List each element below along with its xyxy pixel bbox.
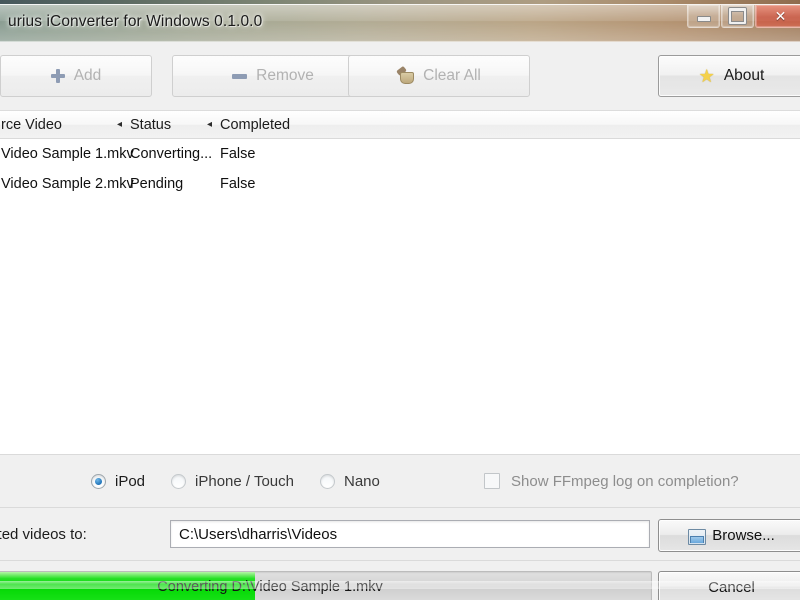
table-row[interactable]: Video Sample 2.mkv Pending False <box>0 169 800 199</box>
column-header-status[interactable]: Status ◂ <box>130 111 220 138</box>
radio-option-ipod-label: iPod <box>115 472 146 490</box>
column-separator-icon[interactable]: ◂ <box>117 119 122 130</box>
remove-button[interactable]: Remove <box>172 55 374 97</box>
radio-option-iphone-touch-label: iPhone / Touch <box>195 472 294 490</box>
window-title: urius iConverter for Windows 0.1.0.0 <box>8 13 263 30</box>
close-icon: ✕ <box>774 8 787 24</box>
minimize-button[interactable] <box>687 5 720 28</box>
maximize-icon <box>729 8 746 24</box>
add-button[interactable]: Add <box>0 55 152 97</box>
star-icon: ★ <box>698 66 715 86</box>
column-header-completed-label: Completed <box>220 116 291 133</box>
radio-option-iphone-touch[interactable]: iPhone / Touch <box>171 473 294 490</box>
maximize-button[interactable] <box>721 5 754 28</box>
cell-status: Converting... <box>130 146 213 162</box>
radio-iphone-touch-indicator[interactable] <box>171 473 187 489</box>
save-path-label: e converted videos to: <box>0 526 87 543</box>
radio-option-nano-label: Nano <box>344 472 380 490</box>
radio-ipod-indicator[interactable] <box>91 473 106 489</box>
cell-source-video: Video Sample 1.mkv <box>1 146 134 162</box>
save-path-input[interactable]: C:\Users\dharris\Videos <box>170 520 650 548</box>
plus-icon <box>50 69 65 83</box>
radio-option-ipod[interactable]: iPod <box>91 473 145 490</box>
caption-buttons: ✕ <box>686 5 800 28</box>
options-panel: nvert to: iPod iPhone / Touch Nano <box>0 455 800 507</box>
convert-target-radio-group: iPod iPhone / Touch Nano <box>91 473 380 490</box>
save-path-value: C:\Users\dharris\Videos <box>179 525 338 543</box>
column-header-completed[interactable]: Completed <box>220 111 420 138</box>
close-button[interactable]: ✕ <box>755 5 800 28</box>
broom-icon <box>397 68 415 84</box>
column-separator-icon[interactable]: ◂ <box>207 119 212 130</box>
minimize-icon <box>696 16 711 22</box>
title-bar[interactable]: urius iConverter for Windows 0.1.0.0 ✕ <box>0 4 800 42</box>
remove-button-label: Remove <box>256 67 314 84</box>
ffmpeg-log-checkbox-label: Show FFmpeg log on completion? <box>511 472 739 490</box>
ffmpeg-log-checkbox[interactable]: Show FFmpeg log on completion? <box>484 473 739 490</box>
about-button[interactable]: ★ About <box>658 55 800 97</box>
screenshot-root: urius iConverter for Windows 0.1.0.0 ✕ A… <box>0 0 800 600</box>
add-button-label: Add <box>73 67 102 84</box>
browse-button-label: Browse... <box>712 527 775 544</box>
radio-option-nano[interactable]: Nano <box>320 473 380 490</box>
browse-button[interactable]: Browse... <box>658 519 800 552</box>
about-button-label: About <box>723 67 765 84</box>
checkbox-indicator[interactable] <box>484 473 500 489</box>
column-header-source-video[interactable]: rce Video ◂ <box>0 111 130 138</box>
column-header-status-label: Status <box>130 116 172 133</box>
column-header-source-video-label: rce Video <box>1 116 62 133</box>
client-area: Add Remove Clear All ★ About rce Video ◂… <box>0 42 800 600</box>
cell-source-video: Video Sample 2.mkv <box>1 176 134 192</box>
table-row[interactable]: Video Sample 1.mkv Converting... False <box>0 139 800 169</box>
video-list[interactable]: rce Video ◂ Status ◂ Completed Video Sam… <box>0 110 800 457</box>
save-path-row: e converted videos to: C:\Users\dharris\… <box>0 508 800 561</box>
clear-all-button[interactable]: Clear All <box>348 55 530 97</box>
folder-icon <box>688 528 707 545</box>
cell-completed: False <box>220 176 256 192</box>
toolbar: Add Remove Clear All ★ About <box>0 42 800 110</box>
cell-status: Pending <box>130 176 184 192</box>
clear-all-button-label: Clear All <box>423 67 481 84</box>
application-window: urius iConverter for Windows 0.1.0.0 ✕ A… <box>0 4 800 600</box>
list-header-row: rce Video ◂ Status ◂ Completed <box>0 111 800 139</box>
window-bottom-border <box>0 581 800 589</box>
radio-nano-indicator[interactable] <box>320 473 335 489</box>
divider-top <box>0 454 800 455</box>
cell-completed: False <box>220 146 256 162</box>
minus-icon <box>232 73 248 79</box>
